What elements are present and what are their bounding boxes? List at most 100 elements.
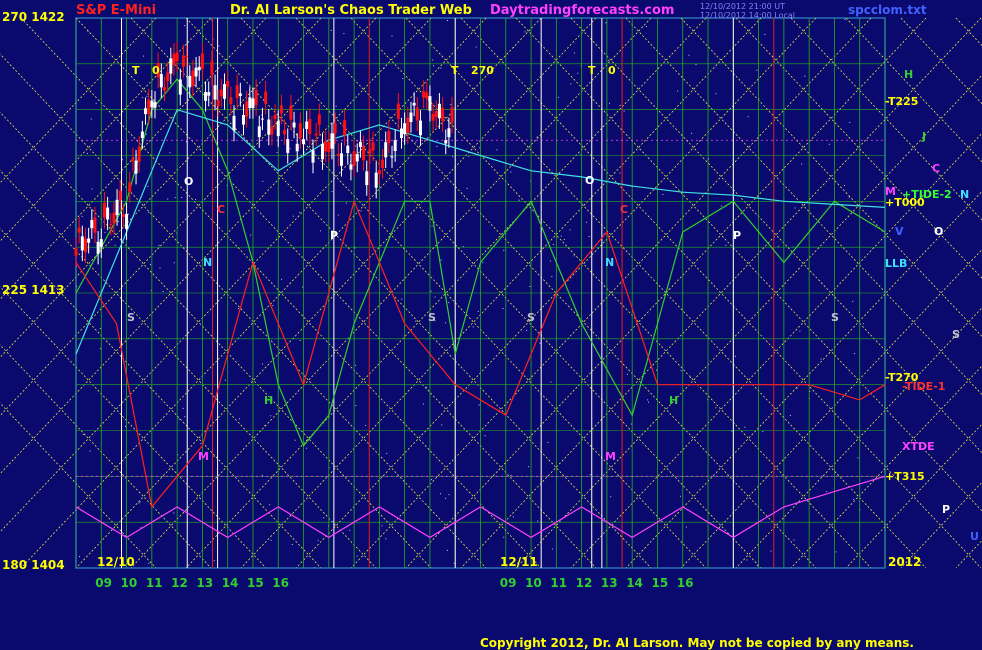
star-dot bbox=[433, 65, 434, 67]
star-dot bbox=[269, 504, 271, 506]
star-dot bbox=[725, 244, 727, 246]
chart-marker: T bbox=[451, 64, 459, 77]
star-dot bbox=[747, 116, 749, 118]
star-dot bbox=[121, 159, 123, 161]
star-dot bbox=[482, 262, 484, 264]
star-dot bbox=[319, 230, 321, 232]
price-candle bbox=[327, 141, 331, 153]
star-dot bbox=[385, 538, 387, 540]
copyright-notice: Copyright 2012, Dr. Al Larson. May not b… bbox=[480, 636, 914, 650]
price-candle bbox=[83, 238, 87, 253]
price-candle bbox=[292, 122, 296, 128]
star-dot bbox=[448, 494, 450, 496]
right-label: U bbox=[970, 530, 979, 543]
star-dot bbox=[484, 435, 486, 437]
price-candle bbox=[87, 238, 91, 243]
star-dot bbox=[526, 329, 528, 331]
price-candle bbox=[109, 223, 113, 225]
star-dot bbox=[447, 20, 448, 21]
price-candle bbox=[213, 85, 217, 100]
site-url[interactable]: Daytradingforecasts.com bbox=[490, 3, 674, 18]
price-candle bbox=[434, 110, 438, 117]
star-dot bbox=[689, 377, 691, 379]
price-candle bbox=[185, 56, 189, 58]
price-candle bbox=[200, 53, 204, 69]
price-candle bbox=[254, 89, 258, 106]
star-dot bbox=[853, 498, 855, 500]
star-dot bbox=[589, 474, 591, 476]
price-candle bbox=[406, 117, 410, 134]
chart-marker: M bbox=[605, 450, 616, 463]
chart-marker: 270 bbox=[471, 64, 494, 77]
price-candle bbox=[140, 131, 144, 139]
star-dot bbox=[178, 418, 180, 420]
price-candle bbox=[403, 123, 407, 135]
star-dot bbox=[446, 549, 448, 551]
price-candle bbox=[137, 146, 141, 162]
price-candle bbox=[343, 120, 347, 136]
star-dot bbox=[445, 322, 447, 324]
star-dot bbox=[609, 102, 610, 104]
star-dot bbox=[844, 19, 846, 20]
price-candle bbox=[330, 133, 334, 149]
x-tick-label-day1: 10 bbox=[121, 576, 138, 590]
x-tick-label-day1: 13 bbox=[196, 576, 213, 590]
star-dot bbox=[355, 364, 357, 366]
star-dot bbox=[478, 404, 480, 406]
price-candle bbox=[241, 115, 245, 125]
price-candle bbox=[134, 160, 138, 174]
y-label-mid: 225 1413 bbox=[2, 283, 65, 297]
star-dot bbox=[677, 90, 679, 92]
price-candle bbox=[131, 158, 135, 162]
star-dot bbox=[734, 355, 736, 357]
price-candle bbox=[371, 142, 375, 151]
price-candle bbox=[238, 93, 242, 96]
star-dot bbox=[510, 171, 512, 173]
star-dot bbox=[573, 52, 575, 54]
price-candle bbox=[99, 239, 103, 248]
right-label: C bbox=[932, 162, 940, 175]
price-candle bbox=[441, 107, 445, 122]
star-dot bbox=[343, 33, 345, 35]
price-candle bbox=[390, 156, 394, 158]
price-candle bbox=[210, 61, 214, 75]
price-candle bbox=[273, 114, 277, 120]
price-candle bbox=[311, 150, 315, 163]
star-dot bbox=[200, 443, 202, 445]
y-label-top: 270 1422 bbox=[2, 10, 65, 24]
price-candle bbox=[77, 227, 81, 233]
star-dot bbox=[306, 447, 308, 449]
site-title: Dr. Al Larson's Chaos Trader Web bbox=[230, 3, 472, 18]
star-dot bbox=[90, 118, 92, 120]
date-label-day2: 12/11 bbox=[500, 555, 538, 569]
star-dot bbox=[551, 548, 553, 550]
price-candle bbox=[412, 102, 416, 106]
star-dot bbox=[147, 185, 149, 187]
star-dot bbox=[626, 373, 628, 375]
star-dot bbox=[450, 104, 452, 106]
chart-marker: S bbox=[527, 311, 535, 324]
star-dot bbox=[425, 386, 427, 388]
star-dot bbox=[529, 286, 531, 287]
star-dot bbox=[475, 46, 477, 48]
price-candle bbox=[150, 100, 154, 108]
star-dot bbox=[472, 326, 474, 328]
chart-marker: S bbox=[127, 311, 135, 324]
price-candle bbox=[172, 53, 176, 66]
price-candle bbox=[418, 120, 422, 136]
price-candle bbox=[286, 139, 290, 153]
star-dot bbox=[162, 291, 164, 292]
star-dot bbox=[862, 323, 864, 325]
star-dot bbox=[360, 210, 362, 212]
star-dot bbox=[167, 198, 169, 200]
chart-marker: C bbox=[620, 203, 628, 216]
star-dot bbox=[844, 185, 845, 186]
star-dot bbox=[440, 493, 441, 495]
star-dot bbox=[299, 212, 301, 213]
right-label: +T315 bbox=[885, 470, 925, 483]
star-dot bbox=[261, 474, 263, 476]
star-dot bbox=[337, 214, 339, 216]
x-tick-label-day2: 11 bbox=[550, 576, 567, 590]
star-dot bbox=[715, 407, 717, 409]
star-dot bbox=[289, 148, 291, 150]
